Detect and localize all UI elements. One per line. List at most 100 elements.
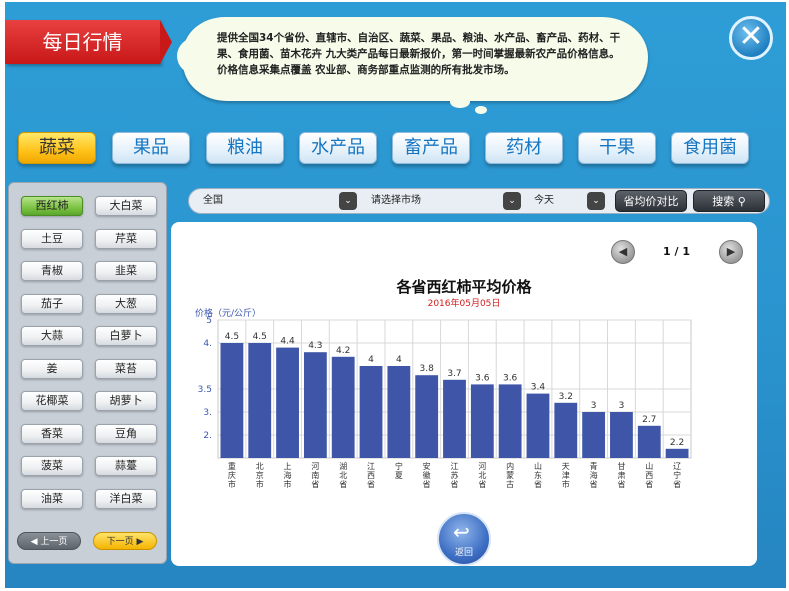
vegetable-item[interactable]: 豆角 bbox=[95, 423, 157, 444]
bar-value-label: 4 bbox=[396, 355, 402, 365]
vegetable-item[interactable]: 花椰菜 bbox=[21, 391, 83, 411]
bar bbox=[387, 366, 411, 458]
x-tick-label: 江西省 bbox=[367, 462, 375, 489]
bar-value-label: 4.5 bbox=[253, 332, 267, 342]
x-tick-label: 内蒙古 bbox=[506, 461, 514, 489]
info-bubble-tail bbox=[475, 106, 487, 114]
province-compare-button[interactable]: 省均价对比 bbox=[615, 190, 687, 212]
bar bbox=[665, 448, 689, 458]
vegetable-item[interactable]: 芹菜 bbox=[95, 228, 157, 249]
tab-category[interactable]: 畜产品 bbox=[392, 132, 470, 164]
x-tick-label: 青海省 bbox=[590, 461, 598, 489]
bar-value-label: 4 bbox=[368, 355, 374, 365]
bar-value-label: 3.6 bbox=[475, 373, 490, 383]
x-tick-label: 湖北省 bbox=[339, 462, 347, 489]
x-tick-label: 河南省 bbox=[311, 461, 319, 489]
vegetable-item[interactable]: 土豆 bbox=[21, 228, 83, 249]
chart-next-icon[interactable]: ▶ bbox=[719, 240, 743, 264]
bar bbox=[359, 366, 383, 458]
tab-category[interactable]: 蔬菜 bbox=[18, 132, 96, 164]
bar bbox=[526, 393, 550, 458]
search-icon: ⚲ bbox=[737, 195, 746, 208]
vegetable-item[interactable]: 油菜 bbox=[21, 488, 83, 509]
vegetable-list-panel: ◀ 上一页 下一页 ▶ 西红柿 大白菜 土豆 芹菜 青椒 韭菜 茄子 大葱 大蒜 白萝卜姜菜苔 花椰… bbox=[8, 182, 167, 564]
bar bbox=[554, 402, 578, 458]
vegetable-item[interactable]: 茄子 bbox=[21, 293, 83, 314]
close-icon: ✕ bbox=[738, 19, 764, 54]
prev-page-label: 上一页 bbox=[40, 537, 68, 547]
x-tick-label: 山东省 bbox=[534, 461, 542, 489]
bar-value-label: 3.2 bbox=[559, 392, 573, 402]
vegetable-item[interactable]: 大白菜 bbox=[95, 196, 157, 216]
bar-value-label: 4.2 bbox=[336, 346, 350, 356]
info-line: 提供全国34个省份、直辖市、自治区、蔬菜、果品、粮油、水产品、畜产品、药材、干 bbox=[217, 32, 621, 44]
bar-value-label: 3.7 bbox=[447, 369, 461, 379]
tab-category[interactable]: 干果 bbox=[578, 132, 656, 164]
return-arrow-icon: ↩ bbox=[453, 520, 470, 544]
filter-bar: 全国 ⌄ 请选择市场 ⌄ 今天 ⌄ 省均价对比 搜索 ⚲ bbox=[188, 188, 770, 214]
bar bbox=[610, 412, 633, 458]
vegetable-item[interactable]: 洋白菜 bbox=[95, 488, 157, 509]
x-tick-label: 北京市 bbox=[256, 462, 264, 489]
search-label: 搜索 bbox=[712, 195, 735, 208]
vegetable-item[interactable]: 韭菜 bbox=[95, 261, 157, 281]
vegetable-item[interactable]: 姜 bbox=[21, 358, 83, 379]
return-label: 返回 bbox=[454, 548, 473, 558]
vegetable-item[interactable]: 菠菜 bbox=[21, 456, 83, 476]
vegetable-item[interactable]: 蒜薹 bbox=[95, 456, 157, 476]
date-select[interactable]: 今天 bbox=[534, 191, 584, 211]
vegetable-item[interactable]: 菜苔 bbox=[95, 358, 157, 379]
tab-category[interactable]: 粮油 bbox=[206, 132, 284, 164]
info-text: 提供全国34个省份、直辖市、自治区、蔬菜、果品、粮油、水产品、畜产品、药材、干 … bbox=[217, 30, 637, 78]
y-tick-label: 2. bbox=[203, 431, 212, 441]
app-window: 每日行情 提供全国34个省份、直辖市、自治区、蔬菜、果品、粮油、水产品、畜产品、… bbox=[5, 2, 786, 588]
tab-category[interactable]: 水产品 bbox=[299, 132, 377, 164]
vegetable-item[interactable]: 大蒜 bbox=[21, 326, 83, 346]
bar-value-label: 2.2 bbox=[670, 438, 684, 448]
vegetable-item[interactable]: 香菜 bbox=[21, 423, 83, 444]
bar bbox=[276, 347, 299, 458]
tab-category[interactable]: 食用菌 bbox=[671, 132, 749, 164]
bar bbox=[415, 375, 439, 458]
search-button[interactable]: 搜索 ⚲ bbox=[693, 190, 765, 212]
info-bubble-tail bbox=[450, 96, 470, 108]
x-tick-label: 河北省 bbox=[478, 461, 486, 489]
page-title: 每日行情 bbox=[5, 20, 172, 64]
vegetable-item[interactable]: 青椒 bbox=[21, 261, 83, 281]
tab-category[interactable]: 果品 bbox=[112, 132, 190, 164]
prev-page-button[interactable]: ◀ 上一页 bbox=[17, 532, 81, 550]
close-button[interactable]: ✕ bbox=[729, 16, 773, 60]
bar bbox=[637, 425, 661, 458]
chart-panel: 5 4. 3.5 3. 2. 4.5 重庆市 4.5 北京市 4.4 上海市 4.3 河南省 4.2 湖北省… bbox=[171, 222, 757, 566]
market-dropdown-icon[interactable]: ⌄ bbox=[503, 192, 521, 210]
bar-value-label: 2.7 bbox=[642, 415, 656, 425]
chart-prev-icon[interactable]: ◀ bbox=[611, 240, 635, 264]
region-dropdown-icon[interactable]: ⌄ bbox=[339, 192, 357, 210]
vegetable-item[interactable]: 大葱 bbox=[95, 293, 157, 314]
next-page-button[interactable]: 下一页 ▶ bbox=[93, 532, 157, 550]
bar-value-label: 4.4 bbox=[280, 337, 295, 347]
bar bbox=[582, 412, 606, 458]
x-tick-label: 宁夏 bbox=[395, 461, 403, 480]
vegetable-item[interactable]: 西红柿 bbox=[21, 196, 83, 216]
market-select[interactable]: 请选择市场 bbox=[371, 191, 501, 211]
x-tick-label: 上海市 bbox=[284, 462, 292, 489]
return-button[interactable]: ↩ 返回 bbox=[437, 512, 491, 566]
x-tick-label: 甘肃省 bbox=[617, 461, 625, 489]
bar bbox=[498, 384, 522, 458]
vegetable-item[interactable]: 白萝卜 bbox=[95, 326, 157, 346]
region-select[interactable]: 全国 bbox=[203, 191, 338, 211]
bar-value-label: 3 bbox=[591, 401, 597, 411]
vegetable-item[interactable]: 胡萝卜 bbox=[95, 391, 157, 411]
tab-category[interactable]: 药材 bbox=[485, 132, 563, 164]
x-tick-label: 安徽省 bbox=[423, 461, 431, 489]
y-axis-label: 价格（元/公斤） bbox=[195, 309, 262, 319]
bar bbox=[443, 379, 466, 458]
date-dropdown-icon[interactable]: ⌄ bbox=[587, 192, 605, 210]
bar bbox=[220, 343, 244, 458]
info-line: 果、食用菌、苗木花卉 九大类产品每日最新报价，第一时间掌握最新农产品价格信息。 bbox=[217, 48, 620, 60]
x-tick-label: 山西省 bbox=[645, 461, 653, 489]
bar bbox=[248, 343, 272, 458]
chart-title: 各省西红柿平均价格 bbox=[396, 278, 532, 296]
bar-value-label: 3.8 bbox=[420, 364, 435, 374]
